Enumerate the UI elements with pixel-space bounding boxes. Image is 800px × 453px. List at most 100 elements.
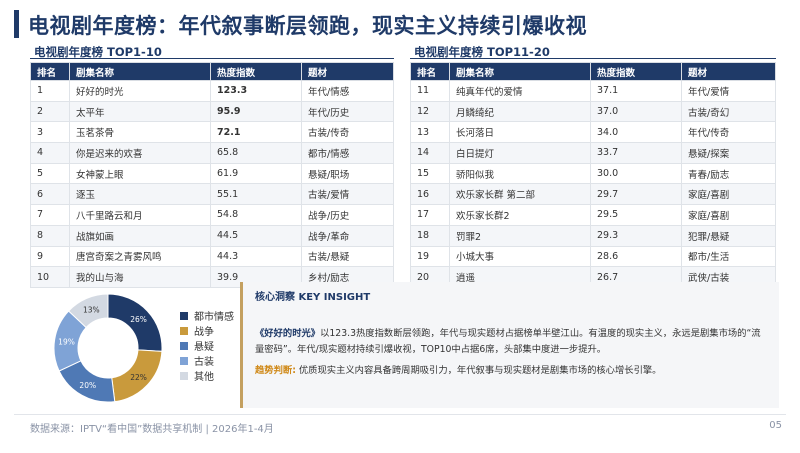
genre-cell: 家庭/喜剧: [681, 183, 776, 206]
score-cell: 61.9: [210, 162, 302, 185]
footer-divider: [14, 414, 786, 415]
table-row: 16 欢乐家长群 第二部 29.7 家庭/喜剧: [410, 183, 776, 206]
score-cell: 123.3: [210, 80, 302, 102]
legend-label: 古装: [194, 357, 214, 368]
slice-data-label: 20%: [79, 381, 96, 390]
rank-cell: 10: [30, 266, 70, 288]
genre-cell: 犯罪/悬疑: [681, 224, 776, 247]
trend-judgement: 趋势判断: 优质现实主义内容具备跨周期吸引力，年代叙事与现实题材是剧集市场的核心…: [255, 362, 661, 376]
score-cell: 29.3: [590, 224, 682, 247]
legend-item: 其他: [180, 368, 234, 383]
rank-cell: 7: [30, 204, 70, 226]
title-cell: 纯真年代的爱情: [449, 80, 591, 102]
genre-donut-chart: 26% 22% 20% 19% 13%: [53, 293, 163, 403]
rank-cell: 4: [30, 142, 70, 164]
score-cell: 37.0: [590, 100, 682, 123]
legend-swatch: [180, 311, 188, 320]
title-cell: 八千里路云和月: [69, 204, 211, 226]
column-header: 排名: [410, 62, 450, 81]
insight-panel: 核心洞察 KEY INSIGHT 《好好的时光》以123.3热度指数断层领跑，年…: [240, 282, 779, 408]
trend-text: 优质现实主义内容具备跨周期吸引力，年代叙事与现实题材是剧集市场的核心增长引擎。: [298, 365, 662, 376]
slice-data-label: 19%: [58, 337, 75, 346]
column-header: 剧集名称: [449, 62, 591, 81]
legend-label: 其他: [194, 372, 214, 383]
genre-cell: 年代/历史: [301, 100, 394, 123]
slice-data-label: 22%: [130, 373, 147, 382]
score-cell: 44.5: [210, 224, 302, 247]
genre-cell: 都市/生活: [681, 245, 776, 268]
column-header: 热度指数: [210, 62, 302, 81]
title-cell: 月鳞绮纪: [449, 100, 591, 123]
column-header: 热度指数: [590, 62, 682, 81]
insight-text: 《好好的时光》以123.3热度指数断层领跑，年代与现实题材占据榜单半壁江山。有温…: [255, 326, 767, 358]
genre-cell: 年代/情感: [301, 80, 394, 102]
score-cell: 29.5: [590, 204, 682, 226]
insight-lead-title: 《好好的时光》: [255, 328, 321, 339]
table-row: 1 好好的时光 123.3 年代/情感: [30, 80, 394, 102]
genre-cell: 都市/情感: [301, 142, 394, 164]
rank-cell: 16: [410, 183, 450, 206]
column-header: 题材: [681, 62, 776, 81]
rank-cell: 12: [410, 100, 450, 123]
rank-cell: 1: [30, 80, 70, 102]
genre-cell: 战争/历史: [301, 204, 394, 226]
table-row: 15 骄阳似我 30.0 青春/励志: [410, 162, 776, 185]
genre-cell: 年代/传奇: [681, 121, 776, 144]
legend-swatch: [180, 341, 188, 350]
table-row: 4 你是迟来的欢喜 65.8 都市/情感: [30, 142, 394, 164]
legend-item: 悬疑: [180, 338, 234, 353]
table-row: 3 玉茗茶骨 72.1 古装/传奇: [30, 121, 394, 144]
legend-swatch: [180, 371, 188, 380]
data-source: 数据来源：IPTV“看中国”数据共享机制 | 2026年1-4月: [30, 424, 274, 435]
right-table-divider: [410, 58, 776, 59]
genre-cell: 古装/爱情: [301, 183, 394, 206]
trend-label: 趋势判断:: [255, 365, 296, 376]
genre-cell: 古装/悬疑: [301, 245, 394, 268]
table-row: 7 八千里路云和月 54.8 战争/历史: [30, 204, 394, 226]
ranking-table-top20: 排名 剧集名称 热度指数 题材 11 纯真年代的爱情 37.1 年代/爱情 12 月鳞绮纪…: [410, 62, 776, 288]
table-row: 13 长河落日 34.0 年代/传奇: [410, 121, 776, 144]
title-cell: 太平年: [69, 100, 211, 123]
table-header-row: 排名 剧集名称 热度指数 题材: [410, 62, 776, 81]
legend-item: 战争: [180, 323, 234, 338]
title-cell: 我的山与海: [69, 266, 211, 288]
rank-cell: 13: [410, 121, 450, 144]
left-table-divider: [30, 58, 394, 59]
table-row: 8 战旗如画 44.5 战争/革命: [30, 224, 394, 247]
table-row: 14 白日提灯 33.7 悬疑/探案: [410, 142, 776, 164]
score-cell: 72.1: [210, 121, 302, 144]
rank-cell: 9: [30, 245, 70, 268]
rank-cell: 19: [410, 245, 450, 268]
title-cell: 小城大事: [449, 245, 591, 268]
insight-title: 核心洞察 KEY INSIGHT: [255, 292, 371, 303]
insight-body: 以123.3热度指数断层领跑，年代与现实题材占据榜单半壁江山。有温度的现实主义，…: [255, 328, 761, 355]
table-row: 9 唐宫奇案之青雾风鸣 44.3 古装/悬疑: [30, 245, 394, 268]
rank-cell: 11: [410, 80, 450, 102]
genre-cell: 青春/励志: [681, 162, 776, 185]
rank-cell: 17: [410, 204, 450, 226]
genre-cell: 家庭/喜剧: [681, 204, 776, 226]
genre-cell: 古装/传奇: [301, 121, 394, 144]
genre-cell: 年代/爱情: [681, 80, 776, 102]
rank-cell: 6: [30, 183, 70, 206]
title-cell: 欢乐家长群2: [449, 204, 591, 226]
chart-legend: 都市情感 战争 悬疑 古装 其他: [180, 308, 234, 383]
score-cell: 44.3: [210, 245, 302, 268]
title-cell: 玉茗茶骨: [69, 121, 211, 144]
genre-cell: 悬疑/职场: [301, 162, 394, 185]
title-cell: 长河落日: [449, 121, 591, 144]
legend-swatch: [180, 326, 188, 335]
score-cell: 95.9: [210, 100, 302, 123]
genre-cell: 古装/奇幻: [681, 100, 776, 123]
title-cell: 欢乐家长群 第二部: [449, 183, 591, 206]
legend-label: 悬疑: [194, 342, 214, 353]
legend-label: 战争: [194, 327, 214, 338]
ranking-table-top10: 排名 剧集名称 热度指数 题材 1 好好的时光 123.3 年代/情感 2 太平年 95.9…: [30, 62, 394, 288]
table-row: 17 欢乐家长群2 29.5 家庭/喜剧: [410, 204, 776, 226]
title-accent-bar: [14, 10, 19, 38]
table-row: 5 女神蒙上眼 61.9 悬疑/职场: [30, 162, 394, 185]
rank-cell: 5: [30, 162, 70, 185]
title-cell: 逐玉: [69, 183, 211, 206]
rank-cell: 8: [30, 224, 70, 247]
rank-cell: 2: [30, 100, 70, 123]
